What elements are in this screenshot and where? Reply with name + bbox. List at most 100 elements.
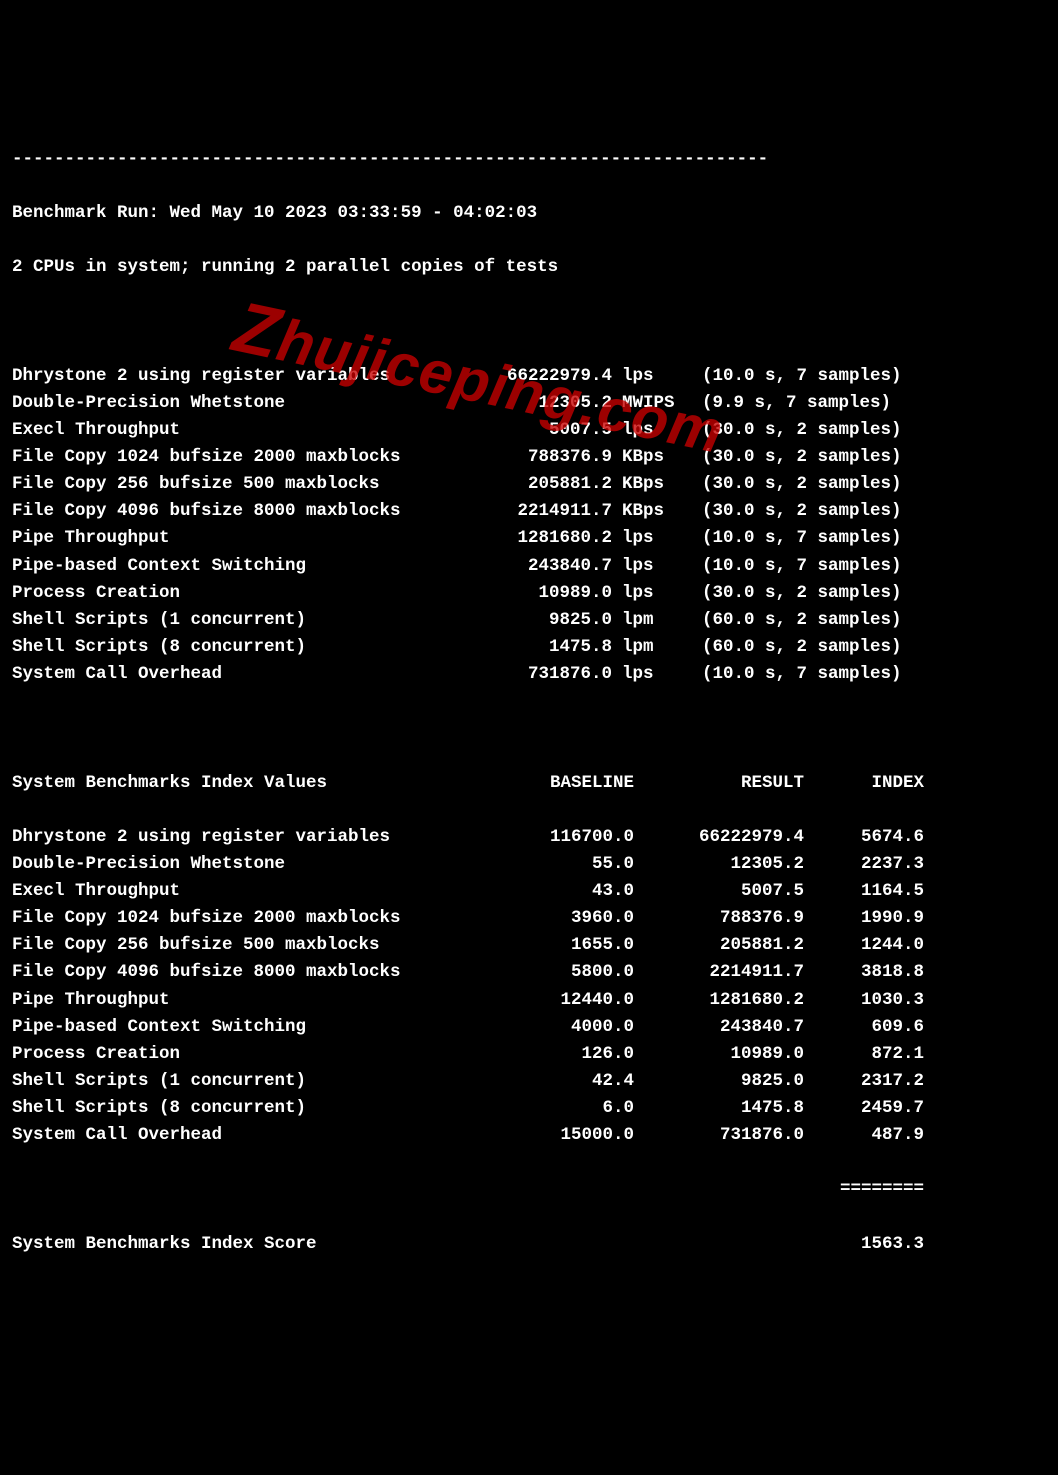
cpu-info-line: 2 CPUs in system; running 2 parallel cop…	[12, 254, 1046, 281]
index-result: 9825.0	[634, 1068, 804, 1095]
index-header-row: System Benchmarks Index ValuesBASELINERE…	[12, 770, 1046, 797]
test-unit: lps	[612, 553, 677, 580]
index-result: 12305.2	[634, 851, 804, 878]
index-name: File Copy 1024 bufsize 2000 maxblocks	[12, 905, 444, 932]
index-index: 5674.6	[804, 824, 924, 851]
test-value: 66222979.4	[442, 363, 612, 390]
test-name: Shell Scripts (1 concurrent)	[12, 607, 442, 634]
test-name: Dhrystone 2 using register variables	[12, 363, 442, 390]
test-value: 1475.8	[442, 634, 612, 661]
index-index: 609.6	[804, 1014, 924, 1041]
index-index: 1030.3	[804, 987, 924, 1014]
index-result: 66222979.4	[634, 824, 804, 851]
index-index: 1990.9	[804, 905, 924, 932]
score-label: System Benchmarks Index Score	[12, 1231, 804, 1258]
index-name: File Copy 256 bufsize 500 maxblocks	[12, 932, 444, 959]
test-name: Double-Precision Whetstone	[12, 390, 442, 417]
index-name: Dhrystone 2 using register variables	[12, 824, 444, 851]
test-samples: (10.0 s, 7 samples)	[677, 363, 902, 390]
test-row: Double-Precision Whetstone12305.2MWIPS(9…	[12, 390, 1046, 417]
test-name: System Call Overhead	[12, 661, 442, 688]
test-row: Pipe Throughput1281680.2lps(10.0 s, 7 sa…	[12, 525, 1046, 552]
index-baseline: 42.4	[444, 1068, 634, 1095]
index-row: Dhrystone 2 using register variables1167…	[12, 824, 1046, 851]
test-value: 243840.7	[442, 553, 612, 580]
index-index: 2237.3	[804, 851, 924, 878]
test-value: 10989.0	[442, 580, 612, 607]
index-baseline: 4000.0	[444, 1014, 634, 1041]
index-baseline: 126.0	[444, 1041, 634, 1068]
index-row: File Copy 256 bufsize 500 maxblocks1655.…	[12, 932, 1046, 959]
divider-line: ========	[12, 1176, 924, 1203]
index-index: 2459.7	[804, 1095, 924, 1122]
test-unit: lps	[612, 417, 677, 444]
index-row: Double-Precision Whetstone55.012305.2223…	[12, 851, 1046, 878]
test-unit: lpm	[612, 607, 677, 634]
index-name: Shell Scripts (8 concurrent)	[12, 1095, 444, 1122]
index-name: Double-Precision Whetstone	[12, 851, 444, 878]
test-value: 2214911.7	[442, 498, 612, 525]
test-name: File Copy 4096 bufsize 8000 maxblocks	[12, 498, 442, 525]
index-index: 1164.5	[804, 878, 924, 905]
index-baseline: 15000.0	[444, 1122, 634, 1149]
test-unit: KBps	[612, 498, 677, 525]
index-baseline: 116700.0	[444, 824, 634, 851]
index-result: 1475.8	[634, 1095, 804, 1122]
test-value: 12305.2	[442, 390, 612, 417]
test-unit: MWIPS	[612, 390, 677, 417]
index-name: Pipe Throughput	[12, 987, 444, 1014]
test-unit: lps	[612, 363, 677, 390]
index-name: Shell Scripts (1 concurrent)	[12, 1068, 444, 1095]
index-row: Pipe Throughput12440.01281680.21030.3	[12, 987, 1046, 1014]
index-result: 788376.9	[634, 905, 804, 932]
test-row: File Copy 1024 bufsize 2000 maxblocks788…	[12, 444, 1046, 471]
test-samples: (30.0 s, 2 samples)	[677, 471, 902, 498]
index-block: Dhrystone 2 using register variables1167…	[12, 824, 1046, 1150]
test-row: Process Creation10989.0lps(30.0 s, 2 sam…	[12, 580, 1046, 607]
index-row: System Call Overhead15000.0731876.0487.9	[12, 1122, 1046, 1149]
test-value: 788376.9	[442, 444, 612, 471]
index-name: System Call Overhead	[12, 1122, 444, 1149]
test-row: File Copy 4096 bufsize 8000 maxblocks221…	[12, 498, 1046, 525]
test-samples: (30.0 s, 2 samples)	[677, 580, 902, 607]
test-name: Shell Scripts (8 concurrent)	[12, 634, 442, 661]
index-title: System Benchmarks Index Values	[12, 770, 444, 797]
test-samples: (60.0 s, 2 samples)	[677, 607, 902, 634]
index-result: 731876.0	[634, 1122, 804, 1149]
test-value: 1281680.2	[442, 525, 612, 552]
test-samples: (10.0 s, 7 samples)	[677, 525, 902, 552]
index-index: 872.1	[804, 1041, 924, 1068]
index-row: Execl Throughput43.05007.51164.5	[12, 878, 1046, 905]
benchmark-run-line: Benchmark Run: Wed May 10 2023 03:33:59 …	[12, 200, 1046, 227]
index-index: 3818.8	[804, 959, 924, 986]
score-row: System Benchmarks Index Score1563.3	[12, 1231, 1046, 1258]
test-samples: (10.0 s, 7 samples)	[677, 553, 902, 580]
index-baseline: 5800.0	[444, 959, 634, 986]
test-unit: lps	[612, 580, 677, 607]
tests-block: Dhrystone 2 using register variables6622…	[12, 363, 1046, 689]
test-row: Pipe-based Context Switching243840.7lps(…	[12, 553, 1046, 580]
terminal-output: ----------------------------------------…	[12, 119, 1046, 1285]
test-unit: lpm	[612, 634, 677, 661]
test-name: File Copy 256 bufsize 500 maxblocks	[12, 471, 442, 498]
index-result: 205881.2	[634, 932, 804, 959]
index-row: Pipe-based Context Switching4000.0243840…	[12, 1014, 1046, 1041]
index-index: 487.9	[804, 1122, 924, 1149]
test-samples: (30.0 s, 2 samples)	[677, 498, 902, 525]
test-value: 9825.0	[442, 607, 612, 634]
test-name: Process Creation	[12, 580, 442, 607]
index-result: 2214911.7	[634, 959, 804, 986]
index-result: 1281680.2	[634, 987, 804, 1014]
index-baseline: 12440.0	[444, 987, 634, 1014]
test-unit: KBps	[612, 471, 677, 498]
index-name: File Copy 4096 bufsize 8000 maxblocks	[12, 959, 444, 986]
test-value: 205881.2	[442, 471, 612, 498]
index-result: 10989.0	[634, 1041, 804, 1068]
test-unit: lps	[612, 661, 677, 688]
index-baseline: 3960.0	[444, 905, 634, 932]
test-row: Shell Scripts (1 concurrent)9825.0lpm(60…	[12, 607, 1046, 634]
dashes-line: ----------------------------------------…	[12, 146, 1046, 173]
index-name: Execl Throughput	[12, 878, 444, 905]
test-unit: lps	[612, 525, 677, 552]
test-name: Pipe-based Context Switching	[12, 553, 442, 580]
